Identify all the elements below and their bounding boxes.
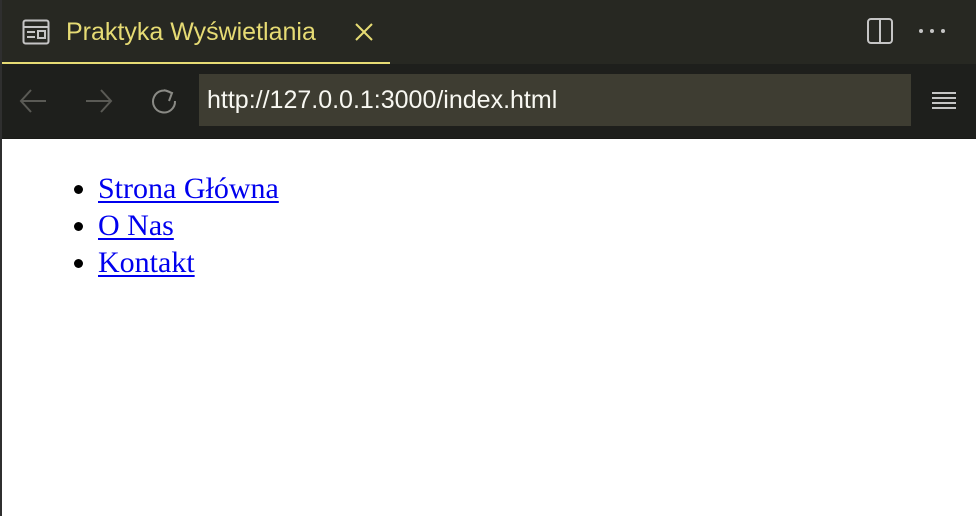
reload-icon[interactable] bbox=[147, 84, 181, 118]
nav-link-list: Strona Główna O Nas Kontakt bbox=[98, 170, 279, 281]
browser-preview-window: Praktyka Wyświetlania http://127.0.0.1:3… bbox=[0, 0, 976, 516]
link-strona-glowna[interactable]: Strona Główna bbox=[98, 172, 279, 205]
address-toolbar bbox=[2, 64, 976, 139]
split-editor-icon[interactable] bbox=[866, 17, 894, 45]
tab-title: Praktyka Wyświetlania bbox=[66, 18, 316, 46]
link-kontakt[interactable]: Kontakt bbox=[98, 246, 195, 279]
arrow-right-icon[interactable] bbox=[82, 84, 116, 118]
url-input[interactable] bbox=[207, 74, 911, 126]
hamburger-menu-icon[interactable] bbox=[928, 86, 960, 116]
arrow-left-icon[interactable] bbox=[16, 84, 50, 118]
list-item: O Nas bbox=[98, 207, 279, 244]
close-icon[interactable] bbox=[352, 20, 376, 44]
list-item: Strona Główna bbox=[98, 170, 279, 207]
tab-bar: Praktyka Wyświetlania bbox=[2, 0, 976, 64]
link-o-nas[interactable]: O Nas bbox=[98, 209, 174, 242]
more-actions-icon[interactable] bbox=[916, 17, 948, 45]
list-item: Kontakt bbox=[98, 244, 279, 281]
page-content: Strona Główna O Nas Kontakt bbox=[2, 139, 976, 516]
preview-icon bbox=[22, 19, 50, 45]
address-bar[interactable] bbox=[199, 74, 911, 126]
tab-praktyka-wyswietlania[interactable]: Praktyka Wyświetlania bbox=[2, 0, 390, 64]
